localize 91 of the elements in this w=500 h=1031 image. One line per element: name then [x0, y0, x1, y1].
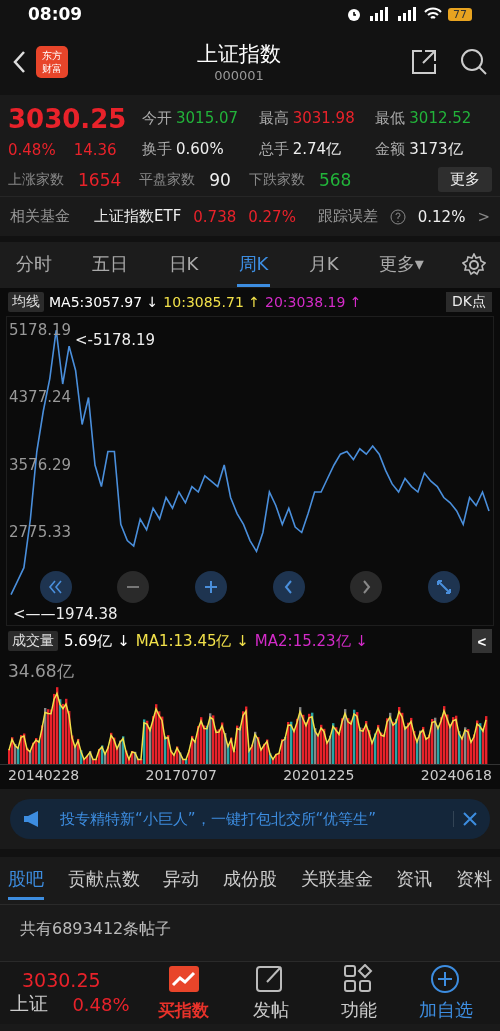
- date-label: 20170707: [145, 767, 217, 783]
- stat-value: 1654: [78, 169, 122, 190]
- stat-label: 最高: [258, 109, 289, 128]
- minus-icon[interactable]: [117, 571, 150, 603]
- stat-label: 总手: [258, 140, 289, 159]
- date-label: 20240618: [420, 767, 492, 783]
- nav-item[interactable]: 功能: [315, 964, 403, 1022]
- indicator-selector[interactable]: 均线: [8, 292, 44, 312]
- search-icon[interactable]: [460, 47, 488, 76]
- stat-label: 平盘家数: [139, 170, 196, 189]
- content-tab[interactable]: 关联基金: [300, 861, 373, 900]
- signal-icon: [368, 7, 390, 21]
- nav-item[interactable]: 发帖: [227, 964, 315, 1022]
- collapse-button[interactable]: <: [472, 629, 492, 653]
- content-tab[interactable]: 资讯: [396, 861, 433, 900]
- tracking-error-value: 0.12%: [417, 207, 466, 226]
- index-title: 上证指数: [197, 41, 281, 68]
- stat-value: 3173亿: [409, 140, 463, 159]
- post-count: 共有6893412条帖子: [20, 919, 172, 938]
- plus-icon[interactable]: [195, 571, 228, 603]
- low-marker: <——1974.38: [13, 605, 118, 623]
- high-marker: <-5178.19: [75, 331, 155, 349]
- wifi-icon: [424, 7, 442, 21]
- indicator-selector[interactable]: 成交量: [8, 631, 58, 651]
- tracking-error-label: 跟踪误差: [317, 207, 378, 226]
- content-tab[interactable]: 贡献点数: [67, 861, 140, 900]
- chart-tab[interactable]: 更多▾: [376, 243, 426, 287]
- stat-label: 下跌家数: [248, 170, 305, 189]
- chart-tab[interactable]: 分时: [14, 243, 54, 287]
- change-percent: 0.48%: [8, 140, 56, 159]
- settings-icon[interactable]: [462, 253, 486, 277]
- last-price: 3030.25: [8, 103, 128, 136]
- stat-value: 3031.98: [292, 109, 355, 128]
- share-icon[interactable]: [410, 47, 438, 76]
- rewind-icon[interactable]: [39, 571, 72, 603]
- stat-label: 上涨家数: [8, 170, 64, 189]
- chart-tab[interactable]: 五日: [90, 243, 131, 287]
- grid-icon: [342, 964, 375, 994]
- back-icon[interactable]: [12, 49, 26, 74]
- help-icon[interactable]: [389, 208, 406, 225]
- volume-value: MA1:13.45亿 ↓: [135, 631, 249, 651]
- status-time: 08:09: [28, 4, 83, 24]
- stat-value: 3015.07: [176, 109, 239, 128]
- ma-value: 10:3085.71 ↑: [163, 294, 260, 310]
- change-value: 14.36: [73, 140, 117, 159]
- ma-value: MA5:3057.97 ↓: [49, 294, 159, 310]
- expand-icon[interactable]: [428, 571, 461, 603]
- content-tab[interactable]: 成份股: [222, 861, 277, 900]
- stat-value: 568: [318, 169, 352, 190]
- close-icon[interactable]: [462, 811, 478, 827]
- dk-button[interactable]: DK点: [446, 292, 492, 312]
- banner-text[interactable]: 投专精特新“小巨人”，一键打包北交所“优等生”: [60, 809, 437, 829]
- section-label: 相关基金: [10, 207, 70, 226]
- fund-price: 0.738: [193, 207, 237, 226]
- stat-label: 金额: [375, 140, 406, 159]
- volume-value: MA2:15.23亿 ↓: [254, 631, 368, 651]
- nav-item[interactable]: 加自选: [402, 964, 490, 1022]
- alarm-icon: [346, 6, 362, 22]
- nav-item[interactable]: 买指数: [140, 964, 228, 1022]
- stat-value: 90: [209, 169, 231, 190]
- more-button[interactable]: 更多: [438, 167, 492, 192]
- stat-value: 0.60%: [176, 140, 224, 159]
- fund-name[interactable]: 上证指数ETF: [94, 207, 182, 226]
- left-icon[interactable]: [272, 571, 305, 603]
- stat-value: 3012.52: [409, 109, 472, 128]
- content-tab[interactable]: 异动: [163, 861, 200, 900]
- fund-change: 0.27%: [248, 207, 296, 226]
- nav-change: 0.48%: [72, 993, 131, 1015]
- nav-index-name: 上证: [10, 991, 49, 1016]
- stat-label: 今开: [142, 109, 172, 128]
- axis-label: 34.68亿: [8, 660, 74, 683]
- axis-label: 5178.19: [9, 320, 72, 339]
- app-logo: 东方 财富: [36, 45, 68, 78]
- volume-value: 5.69亿 ↓: [64, 631, 130, 651]
- signal-icon: [396, 7, 418, 21]
- chevron-text: >: [477, 207, 490, 226]
- date-label: 20201225: [283, 767, 355, 783]
- date-label: 20140228: [8, 767, 80, 783]
- chart-tab[interactable]: 月K: [306, 243, 341, 287]
- content-tab[interactable]: 股吧: [8, 861, 44, 900]
- battery-level: 77: [448, 7, 472, 21]
- nav-price: 3030.25: [21, 969, 102, 991]
- content-tab[interactable]: 资料: [455, 861, 492, 900]
- chart-tab[interactable]: 日K: [166, 243, 201, 287]
- stat-value: 2.74亿: [292, 140, 342, 159]
- stat-label: 最低: [375, 109, 406, 128]
- right-icon[interactable]: [350, 571, 383, 603]
- ma-value: 20:3038.19 ↑: [264, 294, 362, 310]
- stat-label: 换手: [142, 140, 172, 159]
- index-code: 000001: [214, 68, 264, 83]
- chart-icon: [167, 964, 200, 995]
